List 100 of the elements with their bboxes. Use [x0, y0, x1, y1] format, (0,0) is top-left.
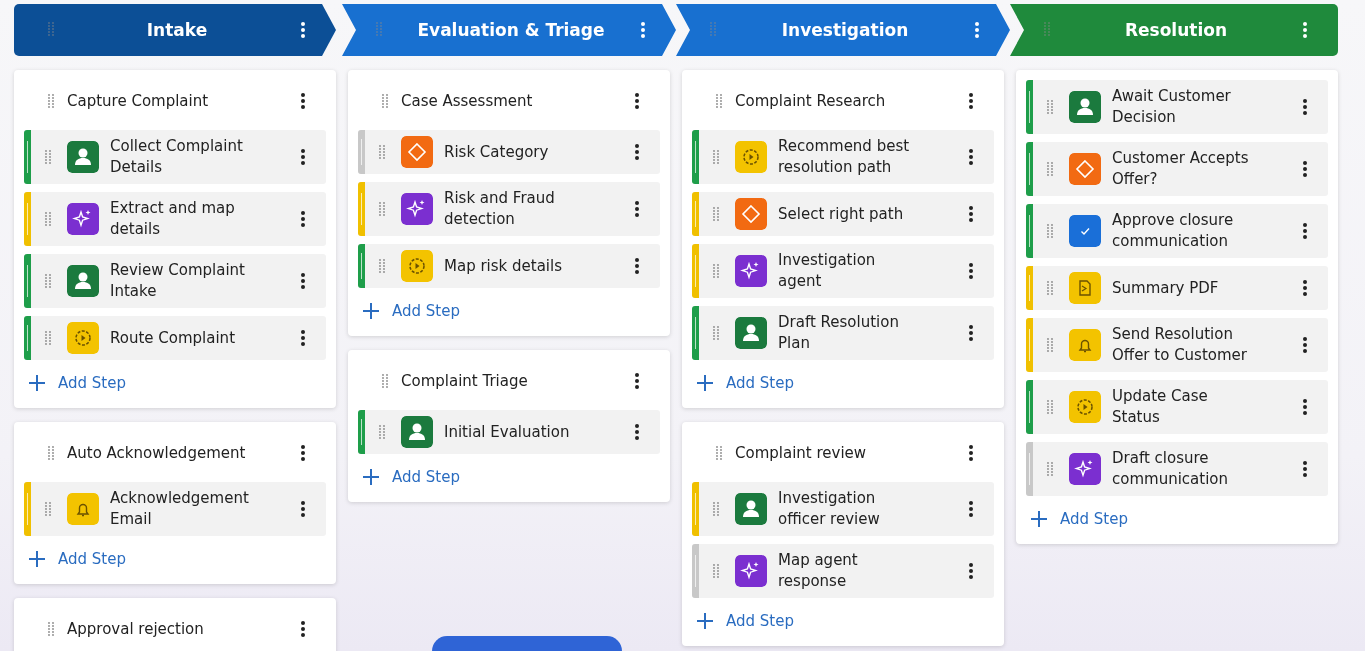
step-item[interactable]: Extract and map details: [24, 192, 326, 246]
more-icon[interactable]: [968, 92, 974, 110]
step-item[interactable]: Send Resolution Offer to Customer: [1026, 318, 1328, 372]
drag-handle-icon[interactable]: [379, 259, 385, 273]
step-item[interactable]: Map agent response: [692, 544, 994, 598]
step-item[interactable]: Update Case Status: [1026, 380, 1328, 434]
drag-handle-icon[interactable]: [1047, 224, 1053, 238]
more-icon[interactable]: [1302, 398, 1308, 416]
more-icon[interactable]: [1302, 336, 1308, 354]
stage-header[interactable]: Resolution: [1010, 4, 1338, 56]
more-icon[interactable]: [968, 205, 974, 223]
drag-handle-icon[interactable]: [48, 94, 54, 108]
floating-button[interactable]: [432, 636, 622, 651]
step-item[interactable]: Await Customer Decision: [1026, 80, 1328, 134]
stage-header[interactable]: Investigation: [676, 4, 1010, 56]
more-icon[interactable]: [634, 372, 640, 390]
more-icon[interactable]: [1302, 98, 1308, 116]
more-icon[interactable]: [300, 148, 306, 166]
add-step-button[interactable]: Add Step: [358, 296, 464, 326]
step-item[interactable]: Risk Category: [358, 130, 660, 174]
more-icon[interactable]: [1302, 160, 1308, 178]
drag-handle-icon[interactable]: [713, 564, 719, 578]
more-icon[interactable]: [968, 262, 974, 280]
drag-handle-icon[interactable]: [48, 21, 54, 36]
drag-handle-icon[interactable]: [713, 207, 719, 221]
more-icon[interactable]: [634, 200, 640, 218]
drag-handle-icon[interactable]: [716, 446, 722, 460]
drag-handle-icon[interactable]: [710, 21, 716, 36]
bell-icon: [1069, 329, 1101, 361]
drag-handle-icon[interactable]: [1044, 21, 1050, 36]
drag-handle-icon[interactable]: [1047, 162, 1053, 176]
person-icon: [67, 265, 99, 297]
step-label: Recommend best resolution path: [778, 136, 911, 178]
step-item[interactable]: Route Complaint: [24, 316, 326, 360]
add-step-button[interactable]: Add Step: [692, 368, 798, 398]
more-icon[interactable]: [634, 143, 640, 161]
drag-handle-icon[interactable]: [713, 502, 719, 516]
drag-handle-icon[interactable]: [1047, 281, 1053, 295]
more-icon[interactable]: [300, 92, 306, 110]
step-item[interactable]: Recommend best resolution path: [692, 130, 994, 184]
drag-handle-icon[interactable]: [1047, 100, 1053, 114]
more-icon[interactable]: [300, 620, 306, 638]
more-icon[interactable]: [634, 92, 640, 110]
step-item[interactable]: Investigation agent: [692, 244, 994, 298]
more-icon[interactable]: [300, 500, 306, 518]
drag-handle-icon[interactable]: [379, 202, 385, 216]
step-item[interactable]: Customer Accepts Offer?: [1026, 142, 1328, 196]
drag-handle-icon[interactable]: [716, 94, 722, 108]
drag-handle-icon[interactable]: [45, 331, 51, 345]
drag-handle-icon[interactable]: [379, 425, 385, 439]
drag-handle-icon[interactable]: [45, 150, 51, 164]
add-step-button[interactable]: Add Step: [24, 544, 130, 574]
add-step-button[interactable]: Add Step: [1026, 504, 1132, 534]
drag-handle-icon[interactable]: [48, 622, 54, 636]
more-icon[interactable]: [300, 272, 306, 290]
drag-handle-icon[interactable]: [382, 94, 388, 108]
step-item[interactable]: Draft Resolution Plan: [692, 306, 994, 360]
step-item[interactable]: Investigation officer review: [692, 482, 994, 536]
drag-handle-icon[interactable]: [713, 264, 719, 278]
more-icon[interactable]: [1302, 460, 1308, 478]
more-icon[interactable]: [968, 562, 974, 580]
drag-handle-icon[interactable]: [45, 212, 51, 226]
drag-handle-icon[interactable]: [48, 446, 54, 460]
stage-header[interactable]: Evaluation & Triage: [342, 4, 676, 56]
drag-handle-icon[interactable]: [1047, 338, 1053, 352]
stage-header[interactable]: Intake: [14, 4, 336, 56]
step-item[interactable]: Initial Evaluation: [358, 410, 660, 454]
step-item[interactable]: Summary PDF: [1026, 266, 1328, 310]
drag-handle-icon[interactable]: [1047, 462, 1053, 476]
step-item[interactable]: Risk and Fraud detection: [358, 182, 660, 236]
drag-handle-icon[interactable]: [713, 150, 719, 164]
more-icon[interactable]: [968, 148, 974, 166]
step-item[interactable]: Review Complaint Intake: [24, 254, 326, 308]
drag-handle-icon[interactable]: [713, 326, 719, 340]
more-icon[interactable]: [300, 210, 306, 228]
more-icon[interactable]: [634, 423, 640, 441]
drag-handle-icon[interactable]: [379, 145, 385, 159]
more-icon[interactable]: [968, 500, 974, 518]
more-icon[interactable]: [634, 257, 640, 275]
add-step-button[interactable]: Add Step: [692, 606, 798, 636]
step-item[interactable]: Map risk details: [358, 244, 660, 288]
more-icon[interactable]: [300, 444, 306, 462]
step-item[interactable]: Approve closure communication: [1026, 204, 1328, 258]
step-item[interactable]: Acknowledgement Email: [24, 482, 326, 536]
add-step-button[interactable]: Add Step: [358, 462, 464, 492]
step-item[interactable]: Collect Complaint Details: [24, 130, 326, 184]
drag-handle-icon[interactable]: [45, 274, 51, 288]
more-icon[interactable]: [300, 21, 306, 39]
drag-handle-icon[interactable]: [376, 21, 382, 36]
more-icon[interactable]: [1302, 279, 1308, 297]
more-icon[interactable]: [968, 324, 974, 342]
more-icon[interactable]: [300, 329, 306, 347]
drag-handle-icon[interactable]: [45, 502, 51, 516]
more-icon[interactable]: [1302, 222, 1308, 240]
more-icon[interactable]: [968, 444, 974, 462]
add-step-button[interactable]: Add Step: [24, 368, 130, 398]
step-item[interactable]: Draft closure communication: [1026, 442, 1328, 496]
drag-handle-icon[interactable]: [382, 374, 388, 388]
drag-handle-icon[interactable]: [1047, 400, 1053, 414]
step-item[interactable]: Select right path: [692, 192, 994, 236]
